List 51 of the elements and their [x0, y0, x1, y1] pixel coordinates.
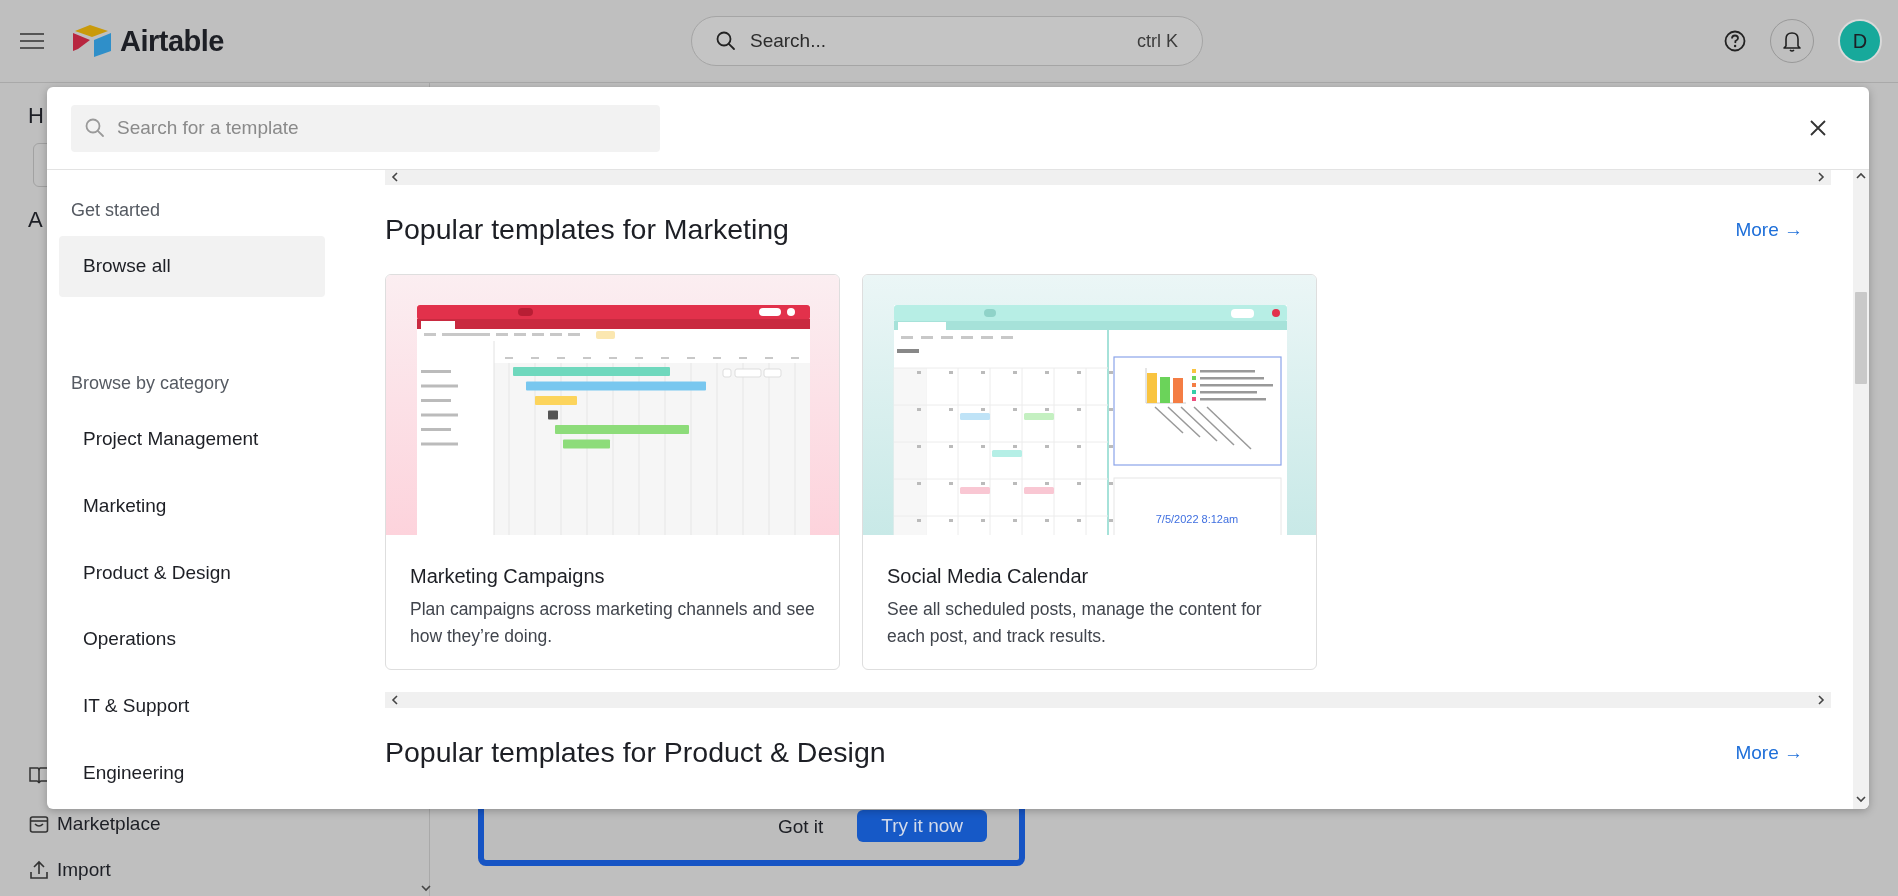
section-title: Popular templates for Marketing: [385, 213, 789, 246]
search-icon: [716, 31, 736, 51]
category-item[interactable]: Project Management: [59, 408, 325, 470]
section-heading: Browse by category: [70, 371, 231, 395]
logo-icon: [72, 24, 112, 58]
scroll-right-icon: [1817, 695, 1825, 705]
close-icon: [1809, 119, 1827, 137]
scroll-down-icon: [421, 884, 431, 892]
more-link[interactable]: More →: [1735, 218, 1803, 241]
template-description: See all scheduled posts, manage the content for each post, and track results.: [887, 598, 1263, 648]
section-heading: Get started: [70, 199, 162, 222]
shortcut-hint: ctrl K: [1136, 30, 1178, 52]
horizontal-scrollbar[interactable]: [385, 692, 1831, 708]
sidebar-link[interactable]: Marketplace: [29, 812, 161, 836]
scroll-up-icon: [1856, 172, 1866, 180]
category-item[interactable]: Engineering: [59, 742, 325, 804]
category-item[interactable]: Product & Design: [59, 542, 325, 603]
bell-icon: [1782, 30, 1802, 52]
upload-icon: [29, 860, 49, 880]
help-icon: [1724, 30, 1746, 52]
template-card[interactable]: 7/5/2022 8:12am Social Media Calendar See all scheduled posts, manage the content for each post, and track results.: [862, 274, 1317, 670]
avatar[interactable]: D: [1838, 19, 1882, 63]
section-title: Popular templates for Product & Design: [385, 736, 886, 769]
category-item[interactable]: Browse all: [59, 236, 325, 297]
category-item[interactable]: IT & Support: [59, 675, 325, 737]
vertical-scrollbar[interactable]: [1853, 170, 1869, 809]
scroll-left-icon: [391, 172, 399, 182]
logo-text[interactable]: Airtable: [120, 24, 224, 58]
scroll-right-icon: [1817, 172, 1825, 182]
heading-text: H: [28, 103, 44, 129]
horizontal-scrollbar[interactable]: [385, 170, 1831, 185]
shopping-bag-icon: [29, 814, 49, 834]
sidebar-link[interactable]: Import: [29, 858, 111, 882]
search-field[interactable]: Search... ctrl K: [691, 16, 1203, 66]
template-title[interactable]: Social Media Calendar: [887, 565, 1292, 588]
section-text: A: [28, 207, 43, 233]
more-link[interactable]: More →: [1735, 741, 1803, 764]
date-text: 7/5/2022 8:12am: [1155, 513, 1239, 525]
scroll-down-icon: [1856, 795, 1866, 803]
search-icon: [85, 118, 105, 138]
category-item[interactable]: Operations: [59, 608, 325, 670]
scroll-left-icon: [391, 695, 399, 705]
try-button[interactable]: Try it now: [857, 810, 987, 842]
category-item[interactable]: Marketing: [59, 475, 325, 537]
menu-icon: [20, 32, 44, 50]
template-title[interactable]: Marketing Campaigns: [410, 565, 815, 588]
dismiss-link[interactable]: Got it: [777, 816, 824, 842]
template-description: Plan campaigns across marketing channels and see how they’re doing.: [410, 598, 815, 648]
template-card[interactable]: Marketing Campaigns Plan campaigns across marketing channels and see how they’re doing.: [385, 274, 840, 670]
book-icon: [29, 766, 49, 784]
scrollbar-thumb[interactable]: [1855, 292, 1867, 384]
